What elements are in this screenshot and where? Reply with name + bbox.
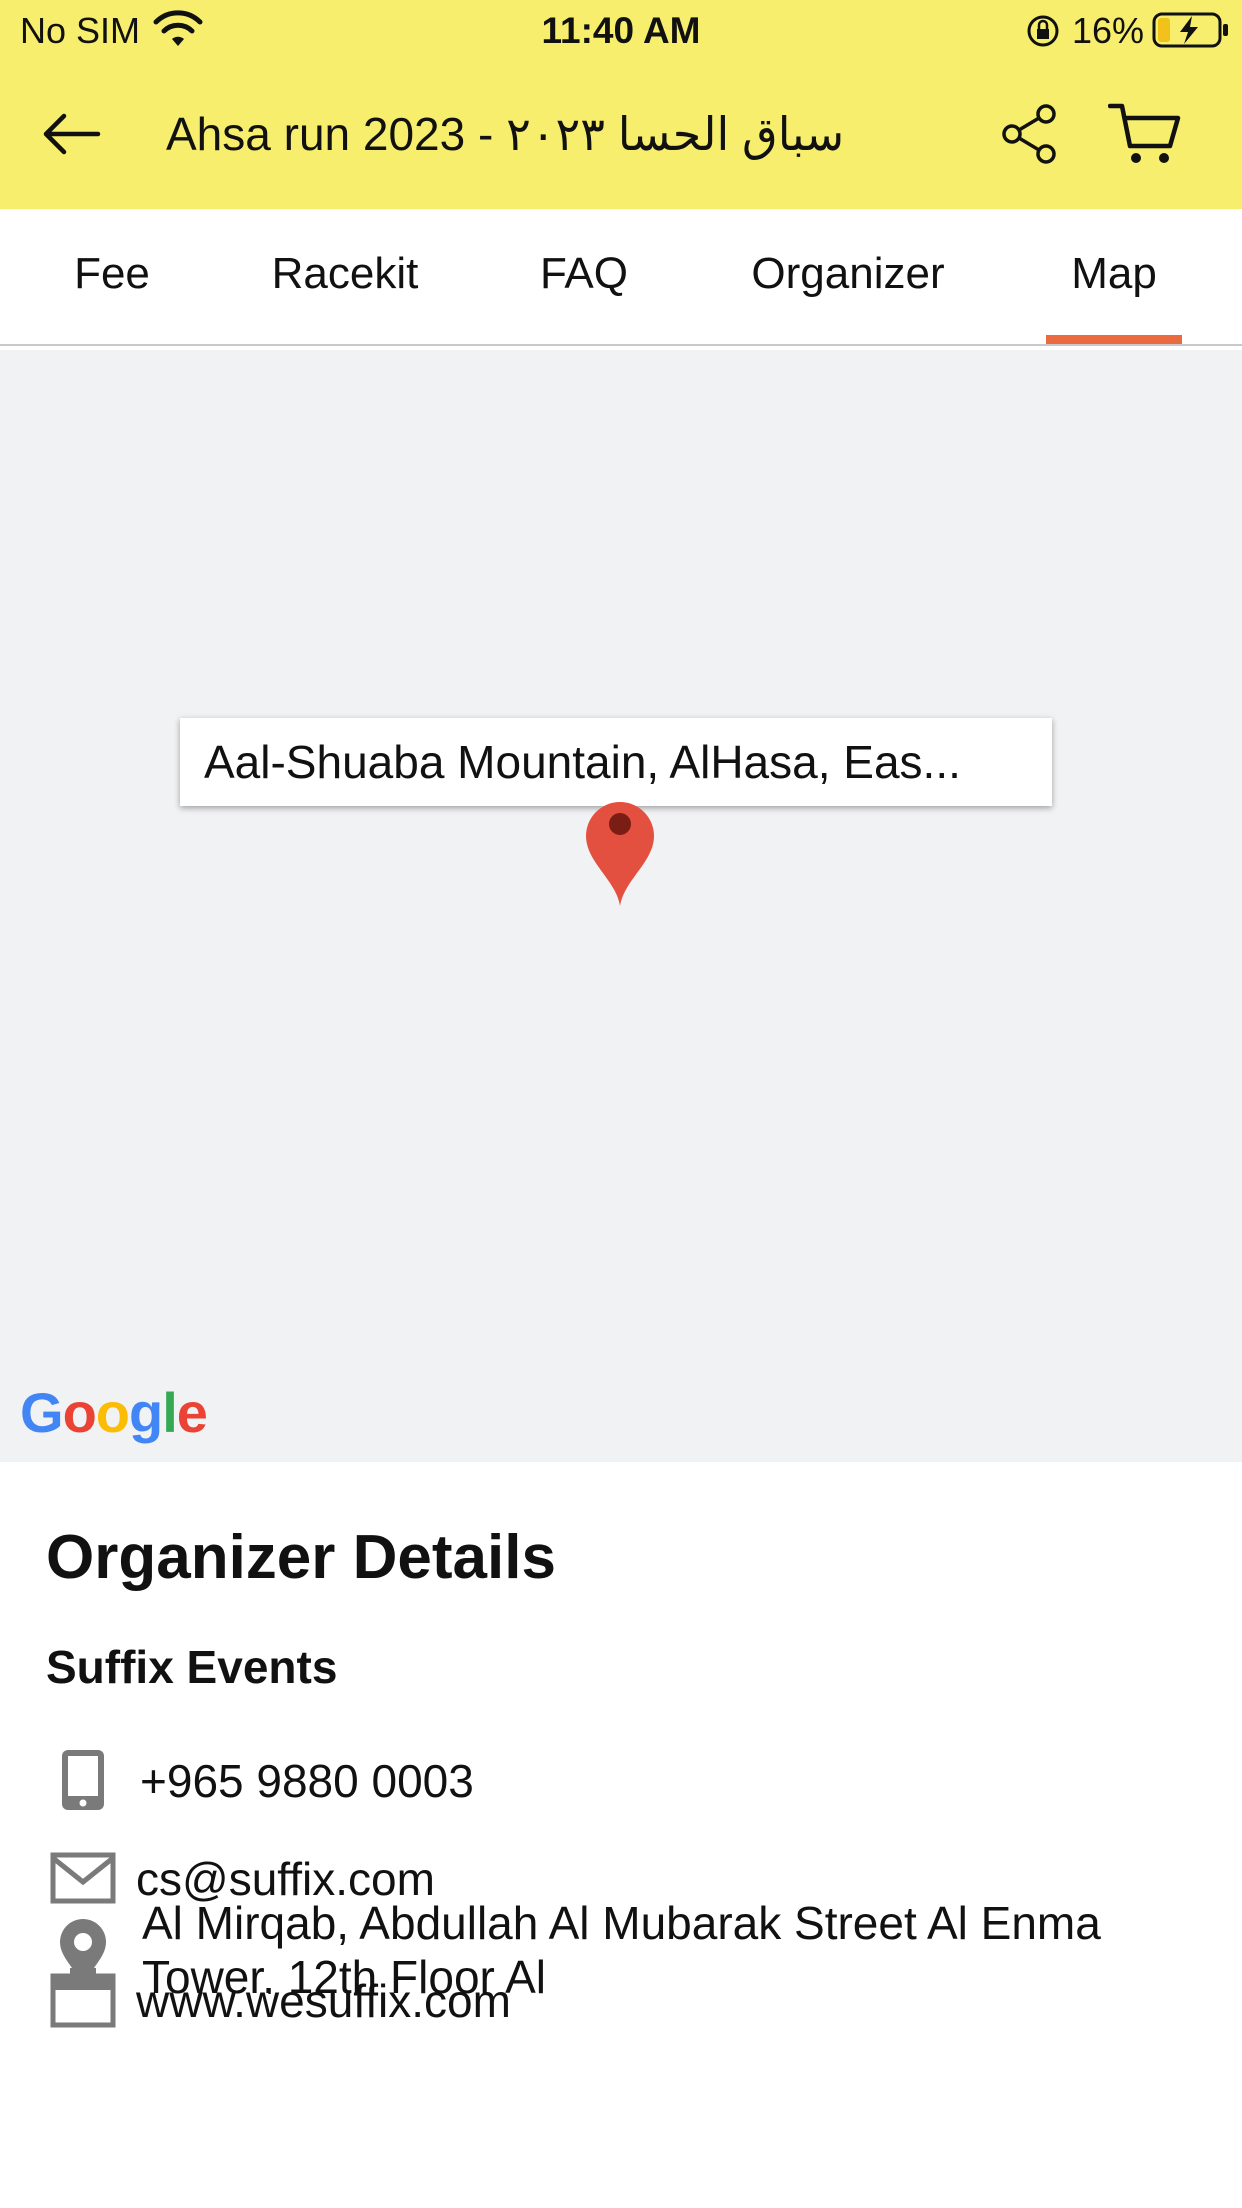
google-attribution: Google xyxy=(20,1381,208,1444)
tab-map[interactable]: Map xyxy=(1050,209,1178,346)
organizer-name: Suffix Events xyxy=(46,1641,338,1693)
tab-bar: Fee Racekit FAQ Organizer Map xyxy=(0,209,1242,346)
website-icon xyxy=(50,1968,116,2028)
tab-faq[interactable]: FAQ xyxy=(528,209,640,346)
page-title: Ahsa run 2023 - سباق الحسا ٢٠٢٣ xyxy=(166,108,845,160)
map-pin-icon[interactable] xyxy=(580,800,660,910)
map-marker-callout[interactable]: Aal-Shuaba Mountain, AlHasa, Eas... xyxy=(180,718,1052,806)
back-arrow-icon[interactable] xyxy=(36,106,108,162)
organizer-details-heading: Organizer Details xyxy=(46,1523,556,1592)
battery-percent: 16% xyxy=(1072,10,1145,51)
organizer-website[interactable]: www.wesuffix.com xyxy=(136,1974,511,2028)
cart-icon[interactable] xyxy=(1108,100,1182,168)
top-bar: No SIM 11:40 AM 16% Ahsa run 2023 - سباق… xyxy=(0,0,1242,209)
active-tab-indicator xyxy=(1046,335,1182,344)
phone-icon xyxy=(62,1750,104,1810)
tab-fee[interactable]: Fee xyxy=(40,209,184,346)
tab-organizer[interactable]: Organizer xyxy=(736,209,960,346)
status-bar: No SIM 11:40 AM 16% xyxy=(0,0,1242,62)
tab-racekit[interactable]: Racekit xyxy=(256,209,434,346)
map-view[interactable]: Aal-Shuaba Mountain, AlHasa, Eas... Goog… xyxy=(0,350,1242,1462)
organizer-phone[interactable]: +965 9880 0003 xyxy=(140,1754,474,1808)
orientation-lock-icon xyxy=(1027,15,1059,47)
share-icon[interactable] xyxy=(1000,102,1060,166)
app-header: Ahsa run 2023 - سباق الحسا ٢٠٢٣ xyxy=(0,62,1242,209)
battery-charging-icon xyxy=(1152,12,1228,48)
mail-icon xyxy=(50,1852,116,1904)
